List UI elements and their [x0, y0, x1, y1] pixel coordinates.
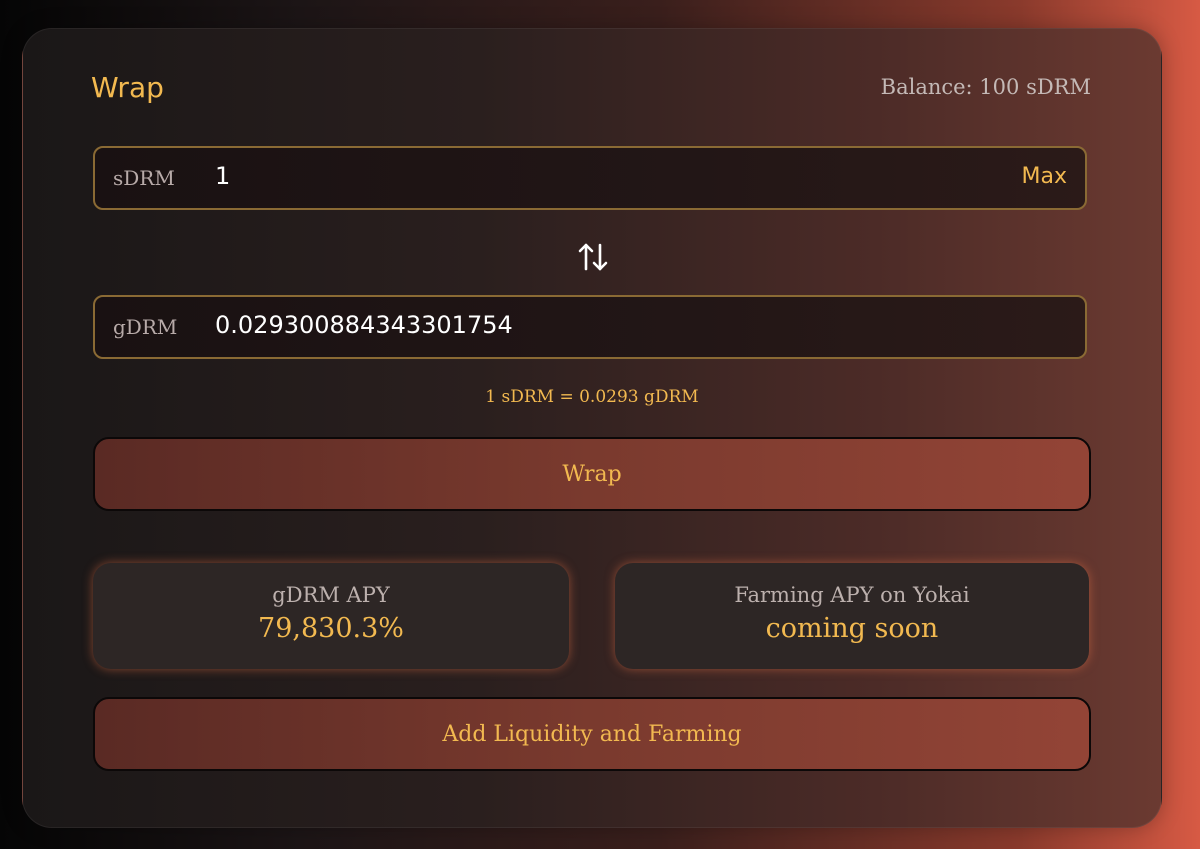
farming-apy-value: coming soon: [765, 613, 939, 644]
page-title: Wrap: [91, 71, 164, 104]
exchange-rate-text: 1 sDRM = 0.0293 gDRM: [485, 387, 699, 407]
sdrm-amount-input[interactable]: 1: [215, 162, 230, 190]
sdrm-token-label: sDRM: [113, 166, 175, 190]
wrap-button[interactable]: Wrap: [93, 437, 1091, 511]
add-liquidity-button[interactable]: Add Liquidity and Farming: [93, 697, 1091, 771]
wrap-card: Wrap Balance: 100 sDRM sDRM 1 Max gDRM 0…: [22, 28, 1162, 828]
sdrm-input-field[interactable]: sDRM 1 Max: [93, 146, 1087, 210]
swap-arrows-icon[interactable]: [575, 239, 611, 275]
gdrm-apy-label: gDRM APY: [272, 583, 390, 607]
gdrm-amount-output[interactable]: 0.029300884343301754: [215, 311, 513, 339]
gdrm-output-field[interactable]: gDRM 0.029300884343301754: [93, 295, 1087, 359]
farming-apy-label: Farming APY on Yokai: [734, 583, 970, 607]
gdrm-apy-card: gDRM APY 79,830.3%: [93, 563, 569, 669]
farming-apy-card: Farming APY on Yokai coming soon: [615, 563, 1089, 669]
balance-text: Balance: 100 sDRM: [880, 75, 1091, 99]
gdrm-token-label: gDRM: [113, 315, 178, 339]
max-button[interactable]: Max: [1022, 164, 1067, 189]
gdrm-apy-value: 79,830.3%: [258, 613, 404, 644]
